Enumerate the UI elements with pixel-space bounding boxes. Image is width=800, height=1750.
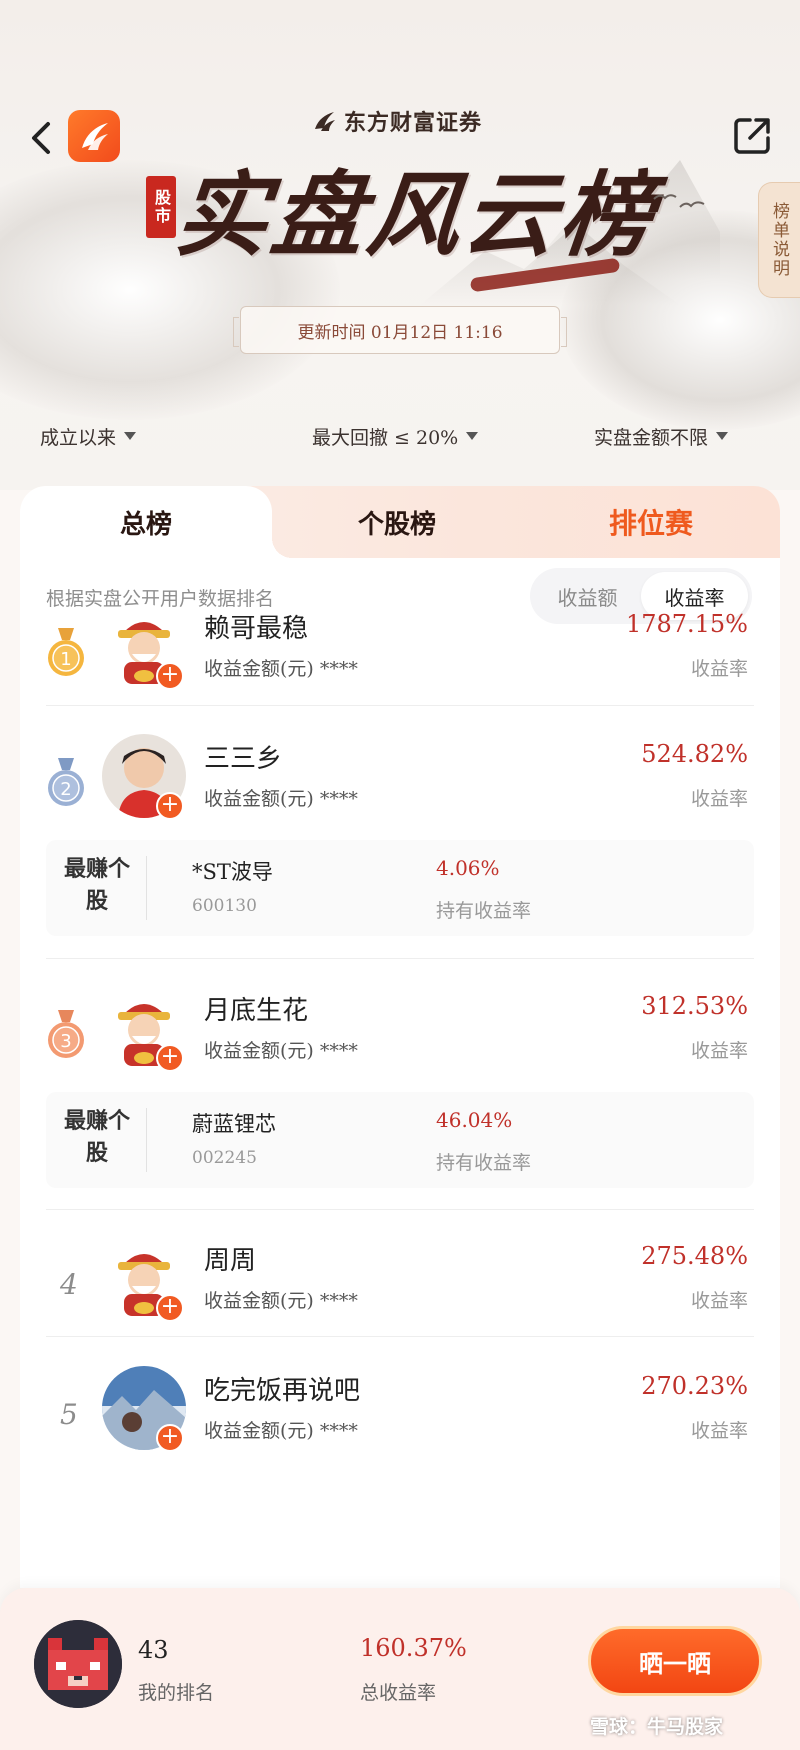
divider: [46, 705, 754, 706]
app-logo[interactable]: [68, 110, 120, 162]
bronze-medal-icon: 3: [48, 1010, 84, 1058]
list-item[interactable]: 2 + 三三乡 收益金额(元) **** 524.82% 收益率: [20, 730, 780, 840]
follow-button[interactable]: +: [156, 792, 184, 820]
back-button[interactable]: [26, 118, 56, 158]
caret-down-icon: [716, 432, 729, 440]
leaderboard-panel: 根据实盘公开用户数据排名 收益额 收益率 1 + 赖哥最稳 收益金额(元) **…: [20, 558, 780, 1588]
list-item[interactable]: 5 + 吃完饭再说吧 收益金额(元) **** 270.23% 收益率: [20, 1362, 780, 1472]
stock-code: 002245: [192, 1148, 257, 1168]
tab-overall[interactable]: 总榜: [20, 486, 292, 558]
brand-logo-icon: [315, 112, 335, 131]
brand-name: 东方财富证券: [344, 111, 483, 136]
follow-button[interactable]: +: [156, 1294, 184, 1322]
brand: 东方财富证券: [312, 106, 482, 136]
profit-rate-label: 收益率: [690, 788, 748, 810]
stock-name: *ST波导: [192, 860, 273, 884]
rank-number: 3: [60, 1031, 71, 1052]
tab-stock[interactable]: 个股榜: [272, 486, 522, 558]
my-avatar[interactable]: [34, 1620, 122, 1708]
holding-rate: 46.04%: [436, 1108, 513, 1132]
profit-amount: 收益金额(元) ****: [204, 658, 358, 680]
profit-rate: 312.53%: [641, 992, 748, 1020]
gold-medal-icon: 1: [48, 628, 84, 676]
user-name: 赖哥最稳: [204, 614, 309, 644]
share-button[interactable]: [730, 114, 774, 158]
rank-number: 1: [60, 649, 71, 670]
silver-medal-icon: 2: [48, 758, 84, 806]
holding-rate-label: 持有收益率: [436, 1152, 532, 1174]
hero-banner: 东方财富证券 股市 实盘风云榜 榜单说明 更新时间 01月12日 11:16 成…: [0, 0, 800, 490]
pixel-fox-avatar-icon: [34, 1620, 122, 1708]
user-name: 周周: [204, 1246, 257, 1276]
profit-rate-label: 收益率: [690, 1040, 748, 1062]
rank-number: 5: [60, 1398, 78, 1431]
filter-label: 实盘金额不限: [594, 426, 709, 449]
separator: [146, 1108, 147, 1172]
best-stock-tag: 最赚个股: [63, 857, 130, 914]
user-name: 吃完饭再说吧: [204, 1376, 361, 1406]
profit-rate: 524.82%: [641, 740, 748, 768]
my-rank-bar: 43 我的排名 160.37% 总收益率 晒一晒 雪球：牛马股家: [0, 1588, 800, 1750]
profit-rate: 1787.15%: [625, 610, 748, 638]
list-item[interactable]: 3 + 月底生花 收益金额(元) **** 312.53% 收益率: [20, 982, 780, 1092]
follow-button[interactable]: +: [156, 1044, 184, 1072]
filter-period[interactable]: 成立以来: [40, 416, 137, 456]
holding-rate: 4.06%: [436, 856, 500, 880]
divider: [46, 1209, 754, 1210]
best-stock-card[interactable]: 最赚个股 *ST波导 600130 4.06% 持有收益率: [46, 840, 754, 936]
rank-number: 2: [60, 779, 71, 800]
tab-ranked-match[interactable]: 排位赛: [522, 486, 780, 558]
filter-drawdown[interactable]: 最大回撤 ≤ 20%: [312, 416, 479, 456]
rank-number: 4: [60, 1268, 78, 1301]
chevron-left-icon: [32, 122, 50, 154]
holding-rate-label: 持有收益率: [436, 900, 532, 922]
watermark: 雪球：牛马股家: [590, 1716, 724, 1738]
profit-amount: 收益金额(元) ****: [204, 1040, 358, 1062]
best-stock-card[interactable]: 最赚个股 蔚蓝锂芯 002245 46.04% 持有收益率: [46, 1092, 754, 1188]
divider: [46, 958, 754, 959]
stock-name: 蔚蓝锂芯: [192, 1112, 276, 1136]
caret-down-icon: [466, 432, 479, 440]
eastmoney-logo-icon: [82, 123, 108, 150]
list-item[interactable]: 1 + 赖哥最稳 收益金额(元) **** 1787.15% 收益率: [20, 600, 780, 710]
total-rate-value: 160.37%: [360, 1634, 467, 1662]
total-rate-label: 总收益率: [360, 1682, 437, 1704]
share-icon: [734, 118, 770, 154]
user-name: 月底生花: [204, 996, 309, 1026]
profit-rate: 270.23%: [641, 1372, 748, 1400]
follow-button[interactable]: +: [156, 1424, 184, 1452]
my-rank-value: 43: [138, 1636, 169, 1664]
profit-rate-label: 收益率: [690, 1420, 748, 1442]
filter-label: 最大回撤 ≤ 20%: [312, 426, 459, 449]
divider: [46, 1336, 754, 1337]
seal-stamp: 股市: [146, 176, 176, 238]
caret-down-icon: [124, 432, 137, 440]
update-time: 更新时间 01月12日 11:16: [233, 306, 567, 354]
show-off-button[interactable]: 晒一晒: [588, 1626, 762, 1696]
filter-label: 成立以来: [40, 426, 117, 449]
profit-amount: 收益金额(元) ****: [204, 1290, 358, 1312]
profit-amount: 收益金额(元) ****: [204, 1420, 358, 1442]
page-title: 实盘风云榜: [170, 161, 662, 269]
profit-rate-label: 收益率: [690, 658, 748, 680]
best-stock-tag: 最赚个股: [63, 1109, 130, 1166]
profit-rate: 275.48%: [641, 1242, 748, 1270]
stock-code: 600130: [192, 896, 257, 916]
user-name: 三三乡: [204, 744, 283, 774]
list-item[interactable]: 4 + 周周 收益金额(元) **** 275.48% 收益率: [20, 1232, 780, 1342]
profit-rate-label: 收益率: [690, 1290, 748, 1312]
birds-icon: [653, 194, 705, 208]
rules-button[interactable]: 榜单说明: [758, 182, 800, 298]
filter-bar: 成立以来 最大回撤 ≤ 20% 实盘金额不限: [0, 416, 800, 456]
filter-amount[interactable]: 实盘金额不限: [594, 416, 729, 456]
tab-bar: 总榜 个股榜 排位赛: [20, 486, 780, 558]
profit-amount: 收益金额(元) ****: [204, 788, 358, 810]
my-rank-label: 我的排名: [138, 1682, 215, 1704]
separator: [146, 856, 147, 920]
follow-button[interactable]: +: [156, 662, 184, 690]
